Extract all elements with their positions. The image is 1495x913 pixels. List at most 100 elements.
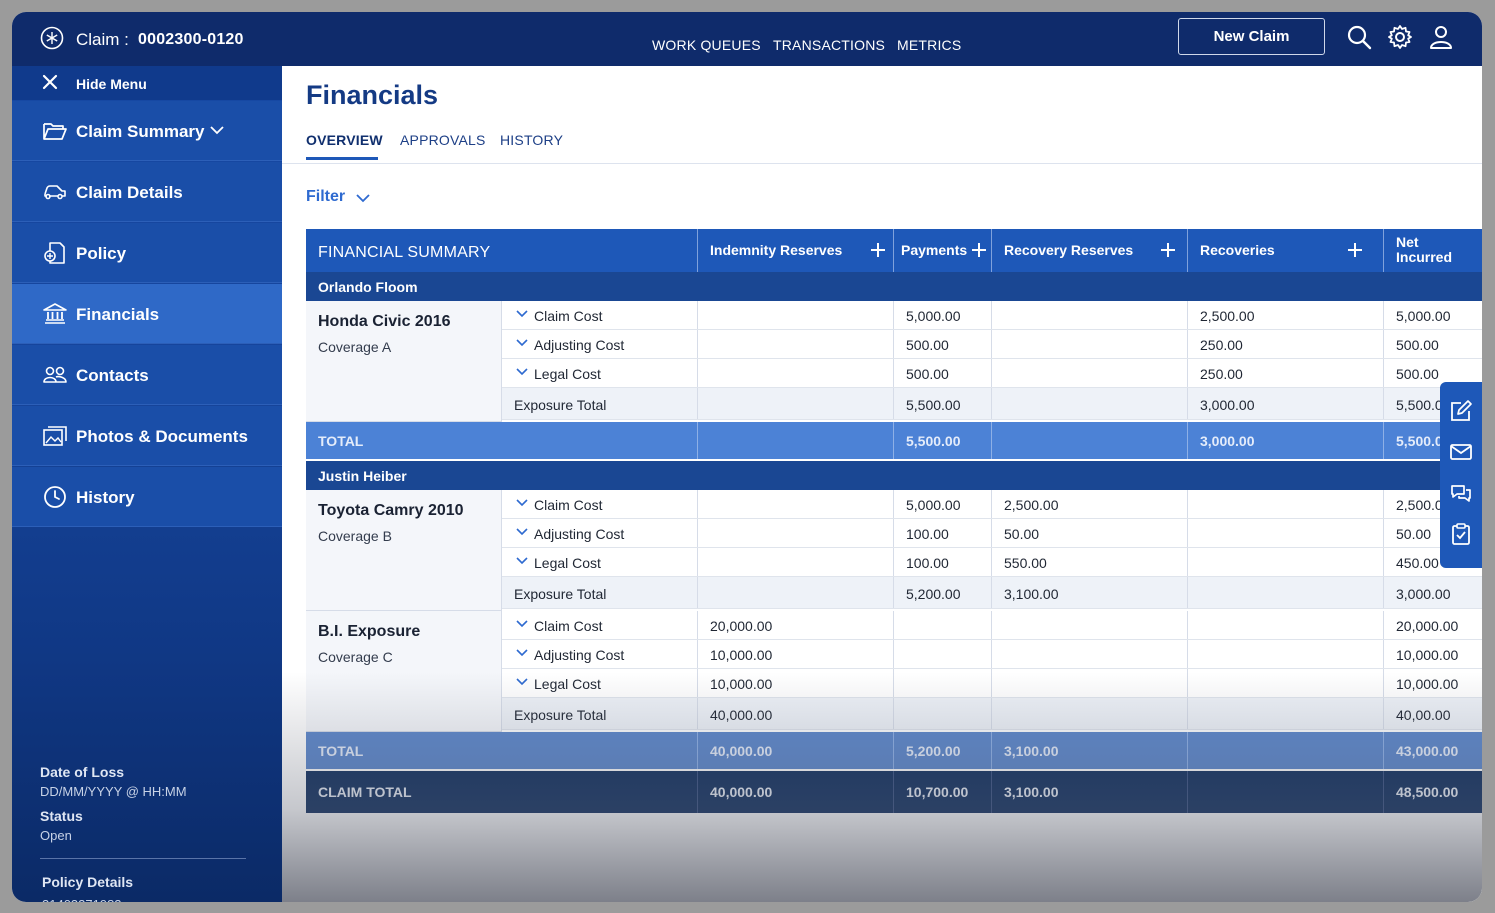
- table-row[interactable]: Adjusting Cost 10,000.00 10,000.00: [502, 640, 1482, 669]
- nav-work-queues[interactable]: WORK QUEUES: [652, 37, 761, 53]
- chevron-down-icon[interactable]: [516, 620, 528, 628]
- exposure-cell: Honda Civic 2016 Coverage A: [306, 301, 502, 422]
- exposure-cell: B.I. Exposure Coverage C: [306, 611, 502, 732]
- sidebar-item-policy[interactable]: Policy: [12, 223, 282, 283]
- table-row[interactable]: Legal Cost 500.00 250.00 500.00: [502, 359, 1482, 388]
- cell-value: 43,000.00: [1396, 743, 1459, 759]
- net-incurred-cell: 500.00: [1384, 330, 1482, 358]
- indemnity-cell: 40,000.00: [698, 698, 894, 729]
- indemnity-cell: [698, 490, 894, 518]
- claimant-name: Justin Heiber: [318, 468, 407, 484]
- gear-icon[interactable]: [1387, 24, 1413, 50]
- active-tab-indicator: [306, 157, 378, 160]
- indemnity-cell: [698, 301, 894, 329]
- exposure-name: Toyota Camry 2010: [318, 502, 464, 519]
- net-incurred-cell: 20,000.00: [1384, 611, 1482, 639]
- header-label: Recovery Reserves: [1004, 242, 1134, 258]
- cell-value: 2,500.00: [1200, 308, 1255, 324]
- add-indemnity-icon[interactable]: [871, 243, 885, 257]
- row-label: TOTAL: [318, 743, 364, 759]
- table-row[interactable]: Adjusting Cost 500.00 250.00 500.00: [502, 330, 1482, 359]
- indemnity-cell: 20,000.00: [698, 611, 894, 639]
- claimant-row: Orlando Floom: [306, 272, 1482, 301]
- sidebar-item-financials[interactable]: Financials: [12, 284, 282, 344]
- sidebar-item-claim-details[interactable]: Claim Details: [12, 162, 282, 222]
- header-label: Payments: [901, 242, 968, 258]
- mail-icon[interactable]: [1449, 440, 1473, 464]
- nav-metrics[interactable]: METRICS: [897, 37, 961, 53]
- row-label-cell: Claim Cost: [502, 490, 698, 518]
- filter-dropdown[interactable]: Filter: [306, 188, 370, 206]
- recoveries-cell: [1188, 669, 1384, 697]
- recovery-reserves-cell: 3,100.00: [992, 577, 1188, 608]
- indemnity-cell: [698, 577, 894, 608]
- recoveries-cell: [1188, 732, 1384, 769]
- chevron-down-icon[interactable]: [516, 557, 528, 565]
- cell-value: 3,000.00: [1200, 433, 1255, 449]
- page-title: Financials: [306, 80, 439, 110]
- car-icon: [44, 185, 66, 200]
- claim-label: Claim :: [76, 30, 129, 49]
- row-label-cell: Legal Cost: [502, 548, 698, 576]
- table-row[interactable]: Legal Cost 10,000.00 10,000.00: [502, 669, 1482, 698]
- recovery-reserves-cell: 2,500.00: [992, 490, 1188, 518]
- clipboard-icon[interactable]: [1449, 522, 1473, 546]
- net-incurred-cell: 40,00.00: [1384, 698, 1482, 729]
- header-label: FINANCIAL SUMMARY: [318, 244, 491, 261]
- table-row[interactable]: Claim Cost 20,000.00 20,000.00: [502, 611, 1482, 640]
- table-row[interactable]: Claim Cost 5,000.00 2,500.00 5,000.00: [502, 301, 1482, 330]
- chevron-down-icon[interactable]: [516, 368, 528, 376]
- sidebar-item-label: History: [76, 488, 135, 507]
- policy-details-value: 31403271982: [42, 897, 122, 902]
- table-row[interactable]: Claim Cost 5,000.00 2,500.00 2,500.00: [502, 490, 1482, 519]
- tab-overview[interactable]: OVERVIEW: [306, 132, 383, 148]
- add-recovery-reserve-icon[interactable]: [1161, 243, 1175, 257]
- table-row[interactable]: Adjusting Cost 100.00 50.00 50.00: [502, 519, 1482, 548]
- header-label: Indemnity Reserves: [710, 242, 843, 258]
- search-icon[interactable]: [1346, 24, 1372, 50]
- edit-icon[interactable]: [1449, 399, 1473, 423]
- chevron-down-icon[interactable]: [516, 649, 528, 657]
- cell-value: 250.00: [1200, 366, 1243, 382]
- cell-value: 40,000.00: [710, 784, 773, 800]
- sidebar-item-history[interactable]: History: [12, 467, 282, 527]
- sidebar-item-contacts[interactable]: Contacts: [12, 345, 282, 405]
- row-label-cell: Exposure Total: [502, 388, 698, 419]
- tab-approvals[interactable]: APPROVALS: [400, 132, 486, 148]
- claimant-row: Justin Heiber: [306, 461, 1482, 490]
- payments-cell: 100.00: [894, 548, 992, 576]
- nav-transactions[interactable]: TRANSACTIONS: [773, 37, 885, 53]
- cell-value: 3,000.00: [1200, 397, 1255, 413]
- close-icon: [42, 74, 58, 90]
- photos-icon: [43, 426, 67, 446]
- recovery-reserves-cell: [992, 669, 1188, 697]
- add-payment-icon[interactable]: [972, 243, 986, 257]
- hide-menu-label: Hide Menu: [76, 76, 147, 92]
- chevron-down-icon[interactable]: [516, 339, 528, 347]
- chat-icon[interactable]: [1449, 482, 1473, 506]
- indemnity-cell: [698, 548, 894, 576]
- recoveries-cell: 250.00: [1188, 330, 1384, 358]
- indemnity-cell: 10,000.00: [698, 640, 894, 668]
- chevron-down-icon[interactable]: [516, 499, 528, 507]
- row-label: Legal Cost: [534, 555, 601, 571]
- payments-cell: [894, 640, 992, 668]
- chevron-down-icon[interactable]: [516, 310, 528, 318]
- user-icon[interactable]: [1428, 24, 1454, 50]
- sidebar-item-photos-documents[interactable]: Photos & Documents: [12, 406, 282, 466]
- add-recovery-icon[interactable]: [1348, 243, 1362, 257]
- cell-value: 500.00: [906, 337, 949, 353]
- date-of-loss-label: Date of Loss: [40, 764, 125, 780]
- indemnity-cell: 10,000.00: [698, 669, 894, 697]
- exposure-total-row: Exposure Total 5,200.00 3,100.00 3,000.0…: [502, 577, 1482, 609]
- top-bar: Claim : 0002300-0120 WORK QUEUES TRANSAC…: [12, 12, 1482, 66]
- tab-history[interactable]: HISTORY: [500, 132, 563, 148]
- row-label-cell: Legal Cost: [502, 359, 698, 387]
- recovery-reserves-cell: [992, 359, 1188, 387]
- chevron-down-icon[interactable]: [516, 528, 528, 536]
- chevron-down-icon[interactable]: [516, 678, 528, 686]
- new-claim-button[interactable]: New Claim: [1178, 18, 1325, 55]
- table-row[interactable]: Legal Cost 100.00 550.00 450.00: [502, 548, 1482, 577]
- sidebar-item-claim-summary[interactable]: Claim Summary: [12, 101, 282, 161]
- hide-menu-button[interactable]: Hide Menu: [12, 66, 282, 100]
